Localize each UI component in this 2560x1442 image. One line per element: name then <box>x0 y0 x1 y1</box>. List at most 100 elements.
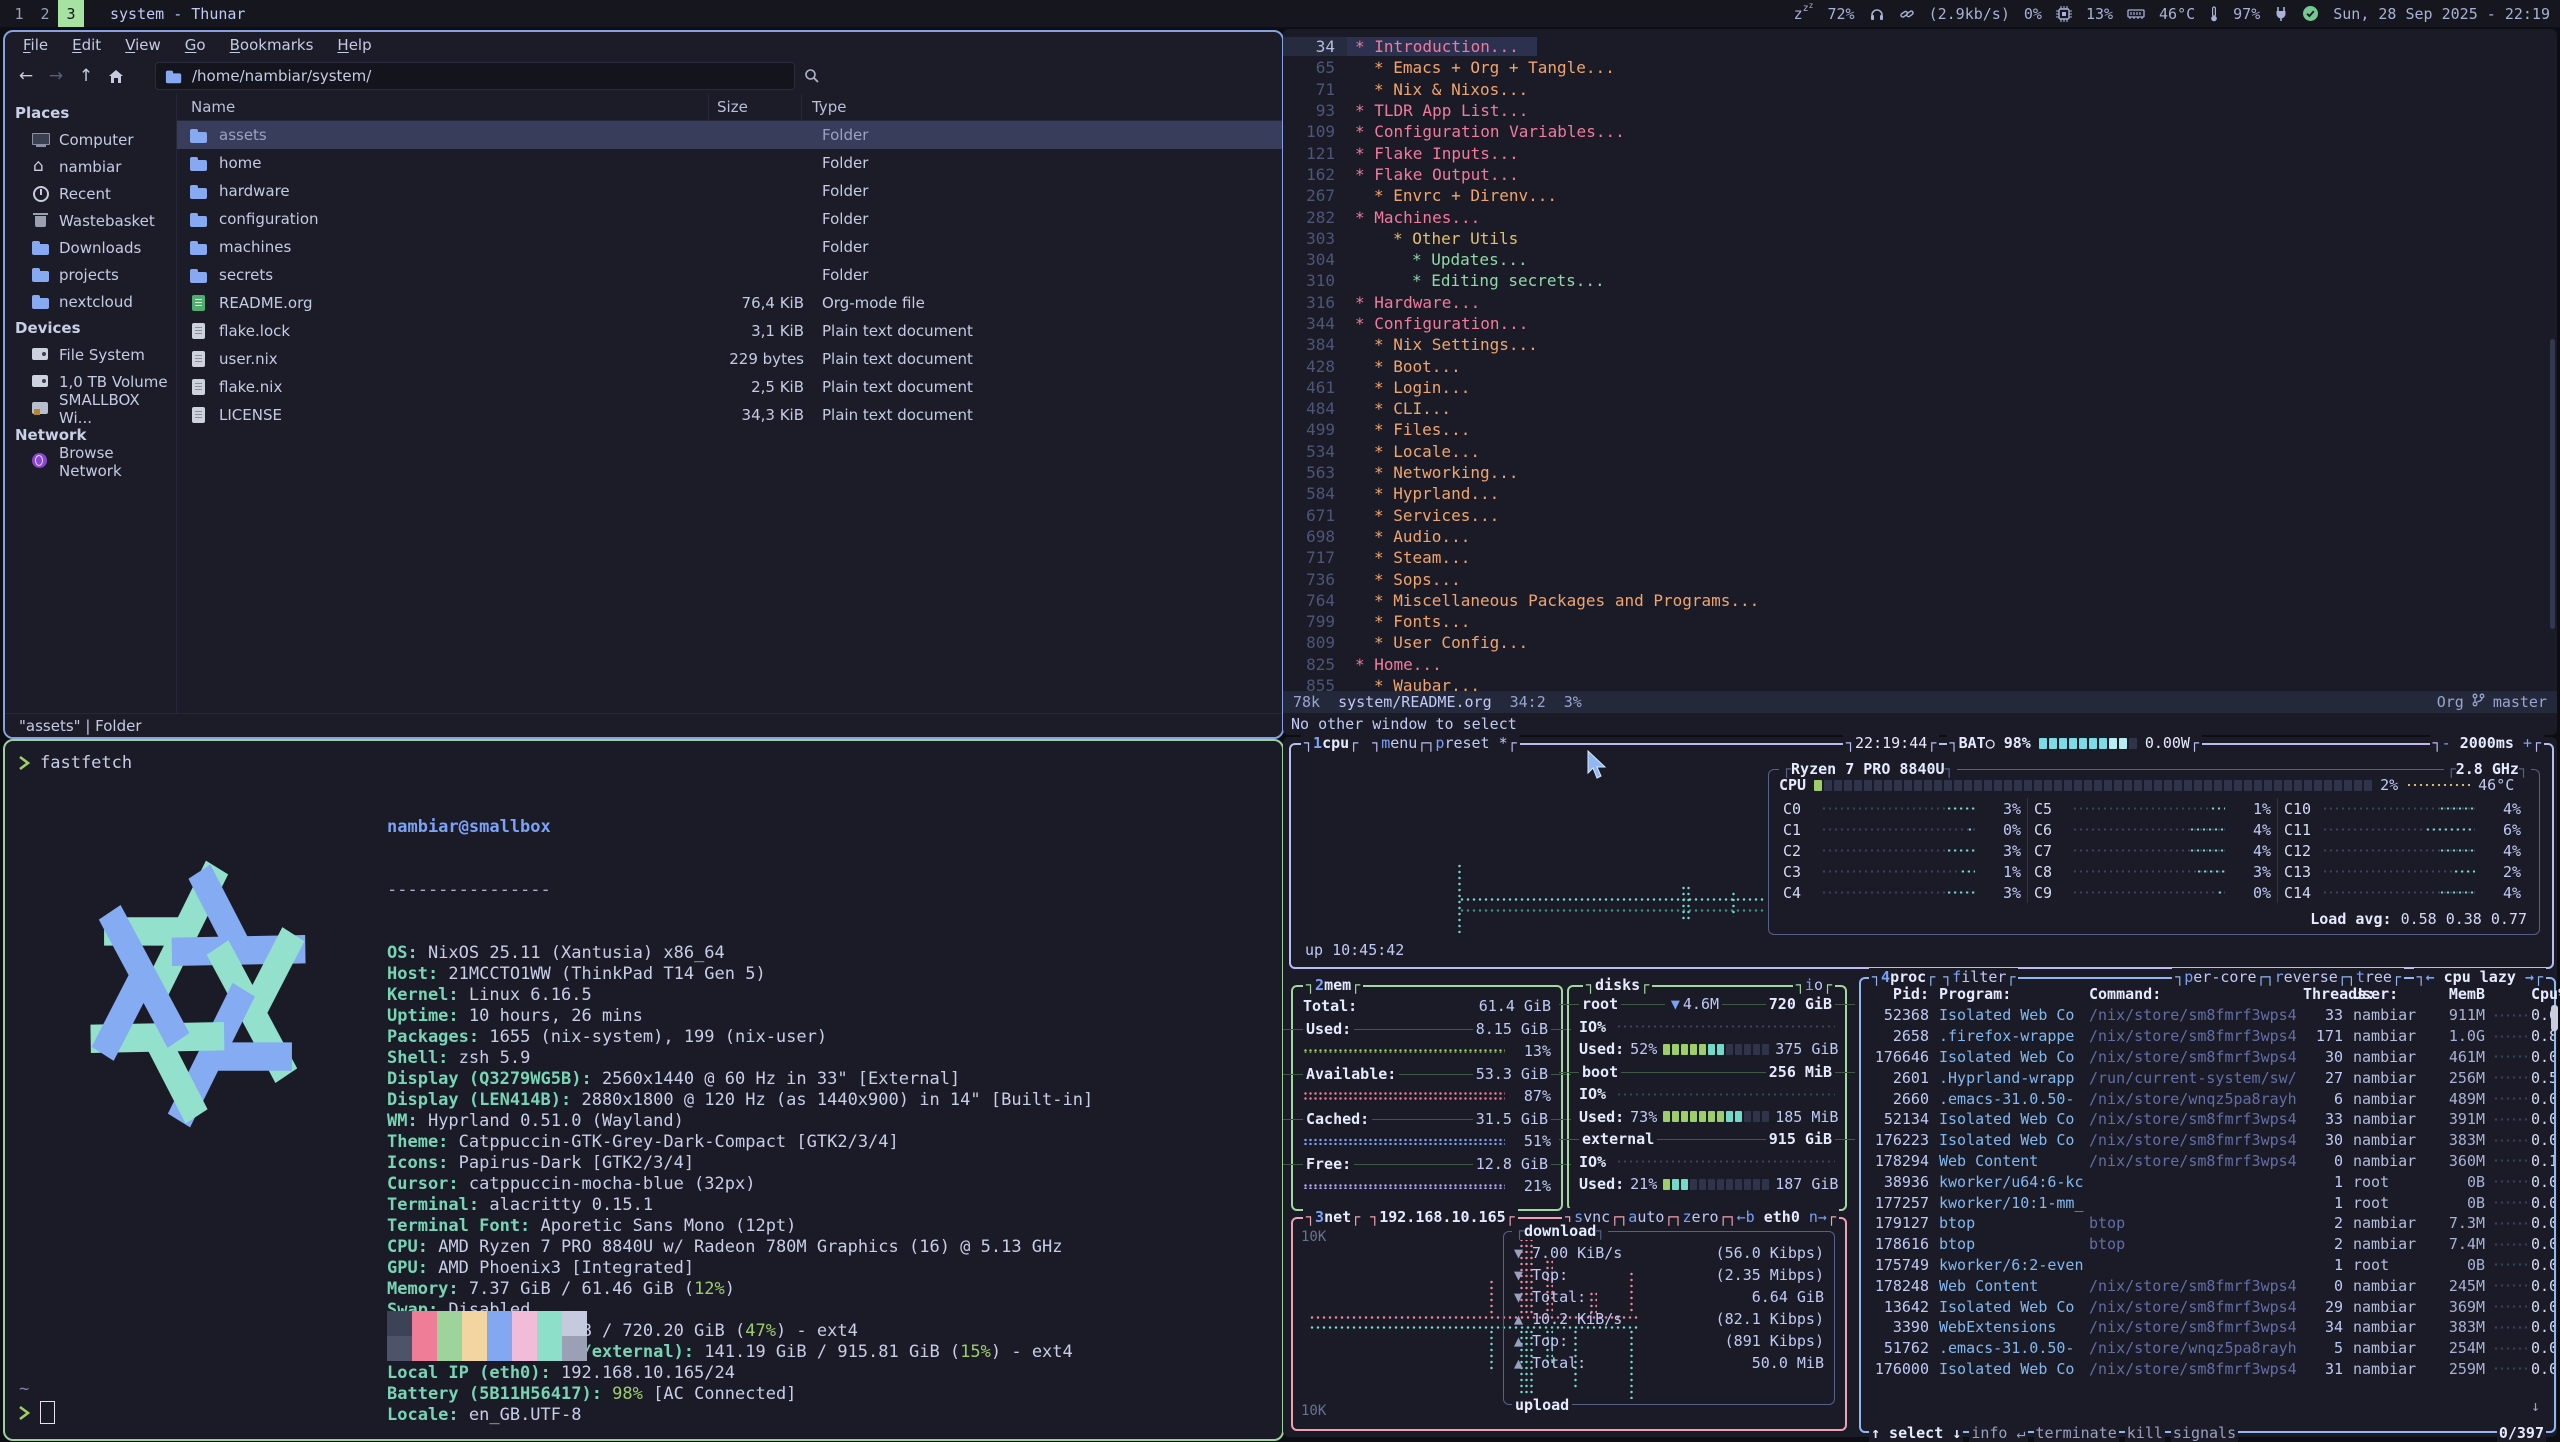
menu-bookmarks[interactable]: Bookmarks <box>218 36 326 54</box>
proc-row[interactable]: 177257kworker/10:1-mm_1 root0B0.0 <box>1861 1192 2554 1213</box>
sidebar-item-projects[interactable]: projects <box>5 261 176 288</box>
org-heading-line[interactable]: 282 * Machines... <box>1283 206 2557 227</box>
org-heading-line[interactable]: 698 * Audio... <box>1283 526 2557 547</box>
up-button[interactable]: ↑ <box>73 63 99 89</box>
proc-row[interactable]: 178248Web Content/nix/store/sm8fmrf3wps4… <box>1861 1275 2554 1296</box>
column-header-name[interactable]: Name <box>177 94 709 120</box>
proc-scrollbar-thumb[interactable] <box>2551 1005 2558 1031</box>
cpu-box-title[interactable]: ┐1cpu┌ ┐menu┌┐preset *┌ <box>1301 734 1520 752</box>
proc-row[interactable]: 52368Isolated Web Co/nix/store/sm8fmrf3w… <box>1861 1005 2554 1026</box>
file-row[interactable]: hardware Folder <box>177 177 1282 205</box>
menu-file[interactable]: File <box>11 36 60 54</box>
major-mode[interactable]: Org <box>2437 693 2464 711</box>
org-heading-line[interactable]: 65 * Emacs + Org + Tangle... <box>1283 57 2557 78</box>
org-heading-line[interactable]: 303 * Other Utils <box>1283 228 2557 249</box>
proc-box-title[interactable]: ┐4proc┌ ┐filter┌ <box>1869 968 2018 986</box>
sidebar-item-wastebasket[interactable]: Wastebasket <box>5 207 176 234</box>
proc-row[interactable]: 3390WebExtensions/nix/store/sm8fmrf3wps4… <box>1861 1317 2554 1338</box>
org-heading-line[interactable]: 717 * Steam... <box>1283 547 2557 568</box>
file-row[interactable]: flake.nix 2,5 KiB Plain text document <box>177 373 1282 401</box>
proc-row[interactable]: 175749kworker/6:2-even1 root0B0.0 <box>1861 1255 2554 1276</box>
back-button[interactable]: ← <box>13 63 39 89</box>
sidebar-item-recent[interactable]: Recent <box>5 180 176 207</box>
disks-io-toggle[interactable]: ┐io┌ <box>1793 976 1835 994</box>
org-heading-line[interactable]: 484 * CLI... <box>1283 398 2557 419</box>
proc-row[interactable]: 2658.firefox-wrappe/nix/store/sm8fmrf3wp… <box>1861 1026 2554 1047</box>
workspace-1[interactable]: 1 <box>6 0 32 27</box>
disks-box-title[interactable]: ┐disks┌ <box>1583 976 1652 994</box>
proc-row[interactable]: 176223Isolated Web Co/nix/store/sm8fmrf3… <box>1861 1130 2554 1151</box>
proc-row[interactable]: 176000Isolated Web Co/nix/store/sm8fmrf3… <box>1861 1359 2554 1380</box>
sidebar-item-smallbox-wi-[interactable]: SMALLBOX Wi... <box>5 395 176 422</box>
org-buffer[interactable]: 34 * Introduction... 65 * Emacs + Org + … <box>1283 29 2557 696</box>
org-heading-line[interactable]: 93 * TLDR App List... <box>1283 100 2557 121</box>
search-icon[interactable] <box>799 63 825 89</box>
file-row[interactable]: LICENSE 34,3 KiB Plain text document <box>177 401 1282 429</box>
path-bar[interactable]: /home/nambiar/system/ <box>155 62 795 90</box>
menu-view[interactable]: View <box>113 36 173 54</box>
proc-footer[interactable]: ↑ select ↓ info ↵ terminate kill signals… <box>1869 1424 2546 1442</box>
forward-button[interactable]: → <box>43 63 69 89</box>
org-heading-line[interactable]: 534 * Locale... <box>1283 441 2557 462</box>
btop-tab-auto[interactable]: ┐auto┌ <box>1619 1208 1673 1226</box>
menu-help[interactable]: Help <box>325 36 383 54</box>
net-box-title[interactable]: ┐3net┌ ┐192.168.10.165┌ <box>1303 1208 1518 1226</box>
org-heading-line[interactable]: 563 * Networking... <box>1283 462 2557 483</box>
mem-box-title[interactable]: ┐2mem┌ <box>1303 976 1363 994</box>
proc-options[interactable]: ┐per-core┌┐reverse┌┐tree┌ <box>2172 968 2404 986</box>
file-row[interactable]: user.nix 229 bytes Plain text document <box>177 345 1282 373</box>
org-heading-line[interactable]: 316 * Hardware... <box>1283 292 2557 313</box>
proc-rows[interactable]: 52368Isolated Web Co/nix/store/sm8fmrf3w… <box>1861 1005 2554 1379</box>
org-heading-line[interactable]: 736 * Sops... <box>1283 568 2557 589</box>
btop-tab-reverse[interactable]: ┐reverse┌ <box>2266 968 2347 986</box>
org-heading-line[interactable]: 428 * Boot... <box>1283 355 2557 376</box>
org-heading-line[interactable]: 499 * Files... <box>1283 419 2557 440</box>
menu-go[interactable]: Go <box>173 36 218 54</box>
column-header-size[interactable]: Size <box>709 94 802 120</box>
proc-row[interactable]: 179127btopbtop2 nambiar7.3M0.0 <box>1861 1213 2554 1234</box>
file-row[interactable]: machines Folder <box>177 233 1282 261</box>
idle-inhibit-icon[interactable]: zzz <box>1794 5 1814 23</box>
emacs-scrollbar[interactable] <box>2550 339 2555 629</box>
workspace-2[interactable]: 2 <box>32 0 58 27</box>
shell-prompt[interactable] <box>19 1401 55 1424</box>
org-heading-line[interactable]: 825 * Home... <box>1283 654 2557 675</box>
proc-sort[interactable]: ┐← cpu lazy →┌ <box>2414 968 2546 986</box>
file-row[interactable]: flake.lock 3,1 KiB Plain text document <box>177 317 1282 345</box>
file-row[interactable]: secrets Folder <box>177 261 1282 289</box>
org-heading-line[interactable]: 310 * Editing secrets... <box>1283 270 2557 291</box>
proc-row[interactable]: 2660.emacs-31.0.50-/nix/store/wnqz5pa8ra… <box>1861 1088 2554 1109</box>
sidebar-item-nextcloud[interactable]: nextcloud <box>5 288 176 315</box>
sidebar-item-computer[interactable]: Computer <box>5 126 176 153</box>
net-interface[interactable]: eth0 <box>1764 1208 1800 1226</box>
org-heading-line[interactable]: 304 * Updates... <box>1283 249 2557 270</box>
btop-tab-percore[interactable]: ┐per-core┌ <box>2175 968 2265 986</box>
btop-tab-tree[interactable]: ┐tree┌ <box>2347 968 2401 986</box>
file-row[interactable]: home Folder <box>177 149 1282 177</box>
home-button[interactable] <box>103 63 129 89</box>
org-heading-line[interactable]: 34 * Introduction... <box>1283 36 2557 57</box>
org-heading-line[interactable]: 671 * Services... <box>1283 505 2557 526</box>
org-heading-line[interactable]: 71 * Nix & Nixos... <box>1283 79 2557 100</box>
org-heading-line[interactable]: 584 * Hyprland... <box>1283 483 2557 504</box>
proc-row[interactable]: 52134Isolated Web Co/nix/store/sm8fmrf3w… <box>1861 1109 2554 1130</box>
sidebar-item-nambiar[interactable]: nambiar <box>5 153 176 180</box>
column-header-type[interactable]: Type <box>802 94 1282 120</box>
proc-row[interactable]: 2601.Hyprland-wrapp/run/current-system/s… <box>1861 1067 2554 1088</box>
btop-tab-preset[interactable]: ┐preset *┌ <box>1426 734 1516 752</box>
org-heading-line[interactable]: 384 * Nix Settings... <box>1283 334 2557 355</box>
org-heading-line[interactable]: 121 * Flake Inputs... <box>1283 142 2557 163</box>
btop-tab-zero[interactable]: ┐zero┌ <box>1673 1208 1727 1226</box>
org-heading-line[interactable]: 799 * Fonts... <box>1283 611 2557 632</box>
org-heading-line[interactable]: 267 * Envrc + Direnv... <box>1283 185 2557 206</box>
org-heading-line[interactable]: 461 * Login... <box>1283 377 2557 398</box>
org-heading-line[interactable]: 809 * User Config... <box>1283 632 2557 653</box>
btop-tab-menu[interactable]: ┐menu┌ <box>1372 734 1426 752</box>
workspace-3-active[interactable]: 3 <box>58 0 84 27</box>
file-row[interactable]: README.org 76,4 KiB Org-mode file <box>177 289 1282 317</box>
link-icon[interactable] <box>1899 6 1915 22</box>
update-interval[interactable]: ┐- 2000ms +┌ <box>2430 734 2544 752</box>
sidebar-item-file-system[interactable]: File System <box>5 341 176 368</box>
proc-row[interactable]: 178616btopbtop2 nambiar7.4M0.0 <box>1861 1234 2554 1255</box>
clock-date[interactable]: Sun, 28 Sep 2025 - 22:19 <box>2333 5 2550 23</box>
